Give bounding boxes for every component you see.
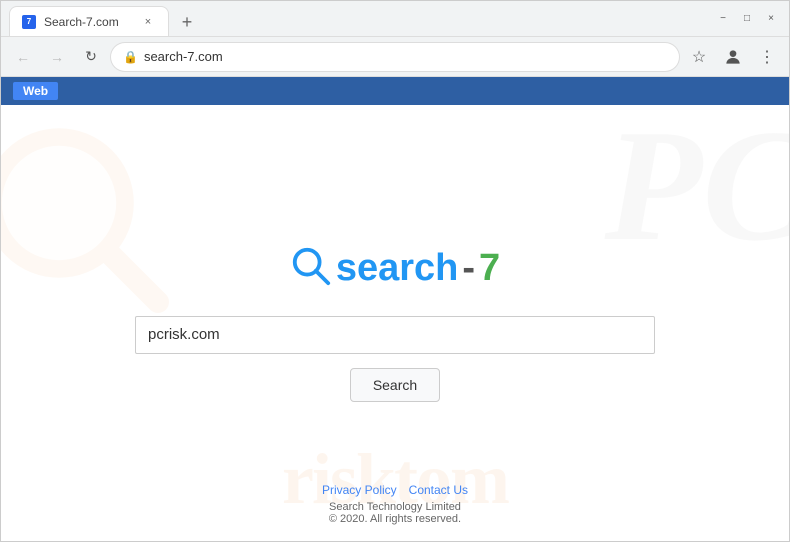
web-label: Web bbox=[13, 82, 58, 100]
bookmark-star-icon[interactable]: ☆ bbox=[685, 43, 713, 71]
search-button[interactable]: Search bbox=[350, 368, 440, 402]
account-icon[interactable] bbox=[719, 43, 747, 71]
browser-tab[interactable]: 7 Search-7.com × bbox=[9, 6, 169, 36]
logo-number-text: 7 bbox=[479, 247, 500, 290]
back-button[interactable]: ← bbox=[9, 43, 37, 71]
minimize-button[interactable]: − bbox=[713, 9, 733, 29]
window-controls: − □ × bbox=[713, 9, 781, 29]
browser-frame: 7 Search-7.com × + − □ × ← → ↻ 🔒 ☆ bbox=[0, 0, 790, 542]
window-close-button[interactable]: × bbox=[761, 9, 781, 29]
address-bar[interactable]: 🔒 bbox=[111, 43, 679, 71]
new-tab-button[interactable]: + bbox=[173, 8, 201, 36]
search-form: Search bbox=[1, 316, 789, 402]
logo-search-text: search bbox=[336, 247, 459, 290]
nav-bar: ← → ↻ 🔒 ☆ ⋮ bbox=[1, 37, 789, 77]
footer: Privacy Policy Contact Us Search Technol… bbox=[322, 483, 468, 525]
privacy-policy-link[interactable]: Privacy Policy bbox=[322, 483, 397, 497]
maximize-button[interactable]: □ bbox=[737, 9, 757, 29]
tab-area: 7 Search-7.com × + bbox=[9, 1, 707, 36]
logo-magnifier-icon bbox=[290, 245, 332, 292]
tab-title: Search-7.com bbox=[44, 15, 132, 29]
contact-us-link[interactable]: Contact Us bbox=[409, 483, 468, 497]
tab-favicon: 7 bbox=[22, 15, 36, 29]
logo-area: search - 7 bbox=[290, 245, 500, 292]
search-input[interactable] bbox=[135, 316, 655, 354]
address-input[interactable] bbox=[144, 49, 667, 64]
footer-copyright: Search Technology Limited © 2020. All ri… bbox=[329, 501, 461, 525]
logo-dash-text: - bbox=[462, 247, 475, 290]
forward-button[interactable]: → bbox=[43, 43, 71, 71]
reload-button[interactable]: ↻ bbox=[77, 43, 105, 71]
tab-close-button[interactable]: × bbox=[140, 14, 156, 30]
title-bar: 7 Search-7.com × + − □ × bbox=[1, 1, 789, 37]
footer-links: Privacy Policy Contact Us bbox=[322, 483, 468, 497]
page-content: PC risktom search - 7 Search Privacy Po bbox=[1, 105, 789, 541]
menu-icon[interactable]: ⋮ bbox=[753, 43, 781, 71]
web-bar: Web bbox=[1, 77, 789, 105]
lock-icon: 🔒 bbox=[123, 50, 138, 64]
